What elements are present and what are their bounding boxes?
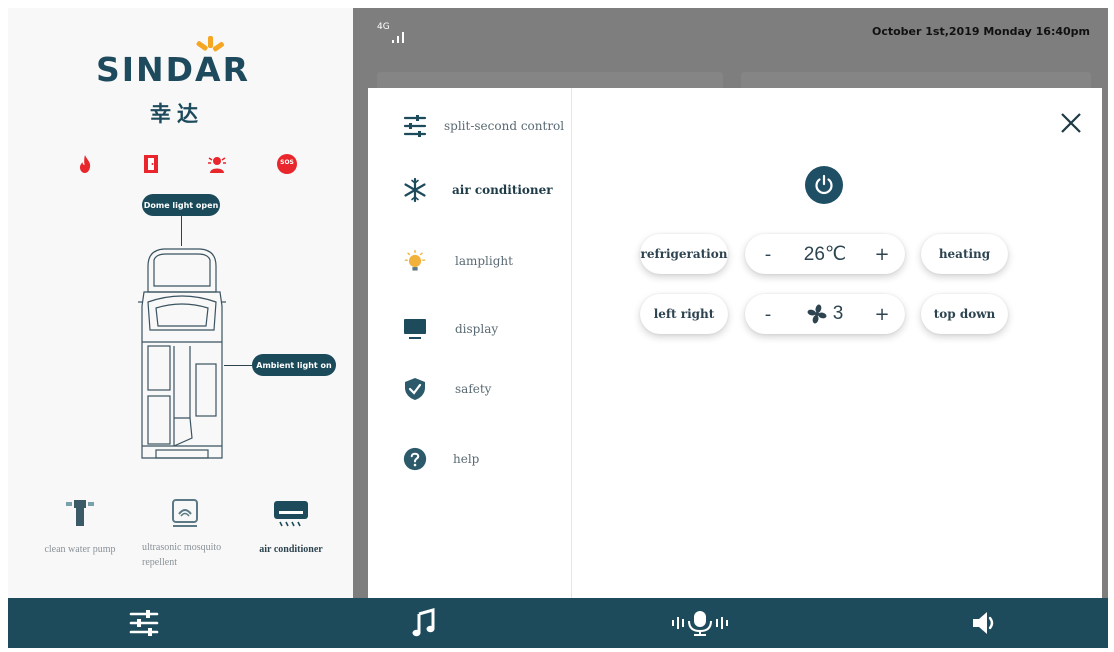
left-panel: SINDAR 幸达 SOS Dome light open Ambient li… bbox=[8, 8, 353, 598]
heating-button[interactable]: heating bbox=[921, 234, 1008, 274]
snowflake-icon bbox=[402, 177, 428, 203]
tab-volume[interactable] bbox=[954, 598, 1014, 648]
tab-voice[interactable] bbox=[668, 598, 732, 648]
vehicle-diagram bbox=[138, 248, 226, 459]
network-label: 4G bbox=[377, 22, 390, 32]
fan-icon bbox=[807, 304, 827, 324]
menu-label: lamplight bbox=[455, 254, 513, 268]
bulb-icon bbox=[402, 248, 428, 274]
temperature-value: 26℃ bbox=[803, 243, 847, 265]
device-ultrasonic[interactable]: ultrasonic mosquito repellent bbox=[138, 498, 232, 570]
sun-icon bbox=[196, 36, 225, 52]
close-icon[interactable] bbox=[1058, 110, 1084, 136]
sliders-icon bbox=[402, 113, 428, 139]
brand-logo: SINDAR bbox=[96, 36, 268, 98]
fire-icon[interactable] bbox=[74, 153, 96, 175]
door-icon[interactable] bbox=[140, 153, 162, 175]
speaker-icon bbox=[973, 612, 994, 634]
tab-controls[interactable] bbox=[114, 598, 174, 648]
tab-music[interactable] bbox=[394, 598, 454, 648]
voice-icon bbox=[672, 611, 728, 636]
dome-light-line bbox=[181, 216, 182, 246]
fan-speed-value: 3 bbox=[832, 303, 844, 324]
menu-item-display[interactable]: display bbox=[368, 309, 572, 349]
sos-label: SOS bbox=[280, 159, 294, 166]
power-button[interactable] bbox=[805, 166, 843, 204]
monitor-icon bbox=[402, 316, 428, 342]
menu-label: safety bbox=[455, 382, 492, 396]
ambient-light-label[interactable]: Ambient light on bbox=[252, 354, 336, 376]
device-water-pump[interactable]: clean water pump bbox=[38, 498, 122, 557]
menu-label: split-second control bbox=[444, 119, 565, 133]
menu-item-lamplight[interactable]: lamplight bbox=[368, 241, 572, 281]
water-pump-icon bbox=[66, 500, 94, 526]
temperature-decrease-button[interactable]: - bbox=[753, 234, 783, 274]
power-icon bbox=[815, 174, 833, 195]
fan-speed-display: 3 bbox=[785, 294, 865, 334]
bottom-nav-bar bbox=[8, 598, 1108, 648]
settings-menu: split-second control air conditioner lam… bbox=[368, 88, 572, 598]
help-icon bbox=[402, 446, 428, 472]
dome-light-label[interactable]: Dome light open bbox=[142, 194, 220, 216]
shield-icon bbox=[402, 376, 428, 402]
signal-icon bbox=[392, 32, 404, 43]
menu-item-help[interactable]: help bbox=[368, 439, 572, 479]
person-alarm-icon[interactable] bbox=[206, 153, 228, 175]
top-down-button[interactable]: top down bbox=[921, 294, 1008, 334]
menu-item-safety[interactable]: safety bbox=[368, 369, 572, 409]
fan-increase-button[interactable]: + bbox=[867, 294, 897, 334]
menu-label: display bbox=[455, 322, 499, 336]
temperature-stepper: - 26℃ + bbox=[745, 234, 905, 274]
fan-speed-stepper: - 3 + bbox=[745, 294, 905, 334]
device-label: air conditioner bbox=[259, 544, 323, 555]
left-right-button[interactable]: left right bbox=[640, 294, 728, 334]
sliders-icon bbox=[129, 610, 159, 636]
datetime: October 1st,2019 Monday 16:40pm bbox=[871, 25, 1090, 38]
ac-control-modal: split-second control air conditioner lam… bbox=[368, 88, 1102, 598]
device-label: ultrasonic mosquito repellent bbox=[142, 542, 222, 568]
device-air-conditioner[interactable]: air conditioner bbox=[248, 498, 334, 557]
music-icon bbox=[412, 608, 435, 637]
menu-label: help bbox=[453, 452, 480, 466]
temperature-increase-button[interactable]: + bbox=[867, 234, 897, 274]
menu-item-air-conditioner[interactable]: air conditioner bbox=[368, 170, 572, 210]
ultrasonic-icon bbox=[172, 499, 198, 527]
fan-decrease-button[interactable]: - bbox=[753, 294, 783, 334]
refrigeration-button[interactable]: refrigeration bbox=[640, 234, 728, 274]
menu-label: air conditioner bbox=[452, 183, 553, 197]
logo-chinese: 幸达 bbox=[150, 102, 204, 126]
menu-item-split-second-control[interactable]: split-second control bbox=[368, 106, 572, 146]
air-conditioner-icon bbox=[274, 501, 308, 527]
device-label: clean water pump bbox=[44, 544, 116, 555]
